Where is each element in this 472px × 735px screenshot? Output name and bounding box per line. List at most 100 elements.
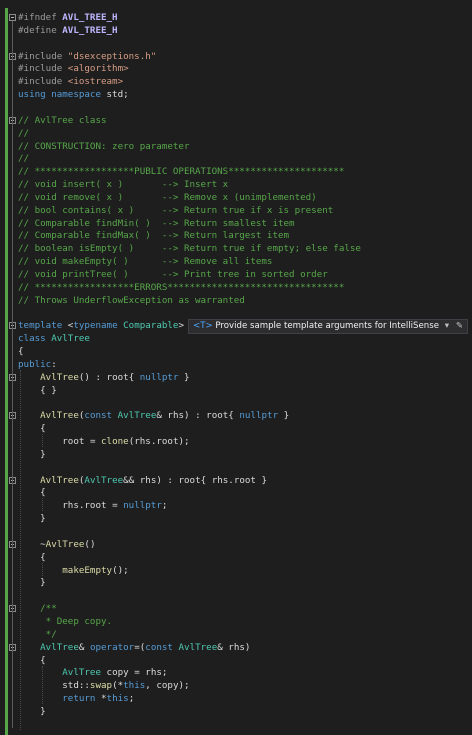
code-token: const (145, 641, 179, 653)
code-token: } (18, 577, 46, 589)
code-token: AvlTree (45, 538, 85, 550)
code-line[interactable]: #define AVL_TREE_H (0, 24, 472, 37)
code-token: } (255, 474, 268, 486)
code-line[interactable]: * Deep copy. (0, 615, 472, 628)
code-line[interactable]: // AvlTree class (0, 114, 472, 127)
code-line[interactable]: // Comparable findMax( ) --> Return larg… (0, 229, 472, 242)
code-text: AvlTree(AvlTree&& rhs) : root{ rhs.root … (18, 474, 267, 487)
code-line[interactable] (0, 307, 472, 320)
code-line[interactable]: } (0, 448, 472, 461)
code-text: makeEmpty(); (18, 564, 128, 577)
indent-guide (42, 562, 43, 576)
code-token: } (178, 371, 190, 383)
code-token: , (145, 680, 157, 692)
code-text: // (18, 127, 29, 140)
code-editor[interactable]: #ifndef AVL_TREE_H #define AVL_TREE_H #inc… (0, 0, 472, 735)
code-text: AvlTree& operator=(const AvlTree& rhs) (18, 641, 250, 654)
code-line[interactable]: // (0, 127, 472, 140)
code-token: AVL_TREE_H (62, 24, 118, 36)
code-line[interactable]: rhs.root = nullptr; (0, 499, 472, 512)
code-line[interactable]: AvlTree copy = rhs; (0, 666, 472, 679)
code-line[interactable]: { (0, 654, 472, 667)
code-line[interactable]: #include <iostream> (0, 75, 472, 88)
code-token: & rhs) : (156, 410, 207, 422)
code-token: // ******************ERRORS*************… (18, 281, 345, 293)
code-line[interactable]: using namespace std; (0, 88, 472, 101)
code-line[interactable]: std::swap(*this, copy); (0, 679, 472, 692)
code-token: ; (161, 500, 168, 512)
code-token: #define (18, 24, 63, 36)
code-line[interactable]: // (0, 152, 472, 165)
code-line[interactable]: // Comparable findMin( ) --> Return smal… (0, 217, 472, 230)
code-line[interactable]: { (0, 422, 472, 435)
code-line[interactable] (0, 525, 472, 538)
code-line[interactable]: // ******************ERRORS*************… (0, 281, 472, 294)
code-line[interactable]: AvlTree() : root{ nullptr } (0, 371, 472, 384)
code-line[interactable]: // Throws UnderflowException as warrante… (0, 294, 472, 307)
code-text: using namespace std; (18, 88, 129, 101)
code-line[interactable]: public: (0, 358, 472, 371)
code-line[interactable]: } (0, 512, 472, 525)
code-line[interactable]: ~AvlTree() (0, 538, 472, 551)
code-token: public (18, 358, 52, 370)
code-line[interactable]: return *this; (0, 692, 472, 705)
code-line[interactable]: makeEmpty(); (0, 564, 472, 577)
code-text: root = clone(rhs.root); (18, 435, 189, 448)
code-line[interactable]: // bool contains( x ) --> Return true if… (0, 204, 472, 217)
code-line[interactable]: { (0, 486, 472, 499)
code-line[interactable]: #include <algorithm> (0, 62, 472, 75)
code-line[interactable]: AvlTree(AvlTree&& rhs) : root{ rhs.root … (0, 474, 472, 487)
edit-pencil-icon[interactable]: ✎ (456, 321, 463, 331)
code-line[interactable] (0, 37, 472, 50)
code-token: nullptr (239, 410, 279, 422)
code-text: } (18, 512, 46, 525)
code-line[interactable]: AvlTree(const AvlTree& rhs) : root{ null… (0, 409, 472, 422)
code-token: rhs. (18, 500, 85, 512)
code-line[interactable] (0, 397, 472, 410)
code-token: } (18, 705, 46, 717)
code-line[interactable]: // void makeEmpty( ) --> Remove all item… (0, 255, 472, 268)
code-line[interactable]: { } (0, 384, 472, 397)
code-token: makeEmpty (62, 564, 113, 576)
code-token: nullptr (123, 500, 162, 512)
code-token: = rhs; (128, 667, 168, 679)
fold-toggle-icon[interactable] (9, 14, 16, 21)
code-line[interactable]: // void remove( x ) --> Remove x (unimpl… (0, 191, 472, 204)
code-line[interactable]: // CONSTRUCTION: zero parameter (0, 140, 472, 153)
code-line[interactable]: #ifndef AVL_TREE_H (0, 11, 472, 24)
fold-region-line (12, 650, 13, 715)
fold-region-line (12, 419, 13, 458)
code-line[interactable] (0, 461, 472, 474)
chevron-down-icon[interactable]: ▾ (445, 321, 449, 331)
code-text: // bool contains( x ) --> Return true if… (18, 204, 333, 217)
code-line[interactable]: { (0, 551, 472, 564)
code-text: } (18, 705, 46, 718)
code-line[interactable]: } (0, 576, 472, 589)
code-line[interactable]: // boolean isEmpty( ) --> Return true if… (0, 242, 472, 255)
code-line[interactable]: // void insert( x ) --> Insert x (0, 178, 472, 191)
indent-guide (42, 498, 43, 512)
code-line[interactable]: */ (0, 628, 472, 641)
code-line[interactable]: // void printTree( ) --> Print tree in s… (0, 268, 472, 281)
code-text: ~AvlTree() (18, 538, 95, 551)
code-token: // ******************PUBLIC OPERATIONS**… (18, 166, 345, 178)
code-line[interactable]: } (0, 705, 472, 718)
code-line[interactable]: /** (0, 602, 472, 615)
code-line[interactable]: AvlTree& operator=(const AvlTree& rhs) (0, 641, 472, 654)
code-token: copy (156, 680, 179, 692)
code-line[interactable] (0, 718, 472, 731)
code-line[interactable]: // ******************PUBLIC OPERATIONS**… (0, 165, 472, 178)
code-line[interactable] (0, 101, 472, 114)
code-token: // void printTree( ) --> Print tree in s… (18, 269, 328, 280)
code-line[interactable]: #include "dsexceptions.h" (0, 50, 472, 63)
code-line[interactable] (0, 589, 472, 602)
code-token: #include (18, 63, 68, 75)
code-token: = (106, 500, 124, 512)
code-line[interactable]: root = clone(rhs.root); (0, 435, 472, 448)
code-line[interactable]: class AvlTree (0, 332, 472, 345)
code-token: #include (18, 50, 68, 62)
intellisense-template-hint[interactable]: <T> Provide sample template arguments fo… (188, 319, 469, 334)
code-line[interactable]: { (0, 345, 472, 358)
code-text: AvlTree() : root{ nullptr } (18, 371, 190, 384)
